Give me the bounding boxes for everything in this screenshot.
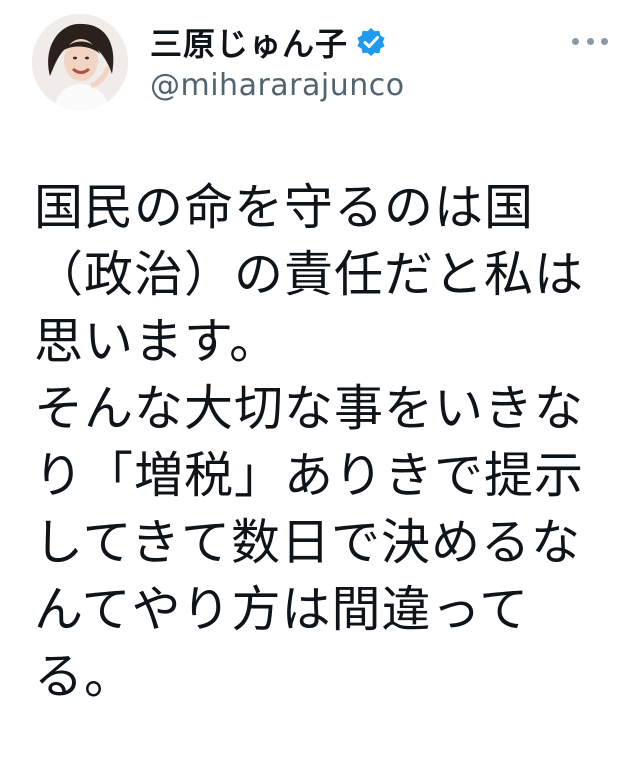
tweet-line: そんな大切な事をいきな (34, 380, 585, 437)
tweet-line: る。 (34, 648, 135, 705)
user-handle[interactable]: @mihararajunco (150, 68, 405, 103)
verified-badge-icon (356, 27, 386, 57)
more-dot (586, 37, 594, 45)
profile-photo (32, 14, 128, 110)
display-name-row: 三原じゅん子 (150, 19, 405, 65)
tweet-line: してきて数日で決めるな (34, 514, 582, 571)
tweet-line: （政治）の責任だと私は (34, 246, 585, 303)
more-dot (572, 37, 579, 45)
tweet-line: 思います。 (34, 313, 280, 370)
tweet-line: り「増税」ありきで提示 (34, 447, 585, 504)
tweet-line: 国民の命を守るのは国 (34, 179, 535, 236)
avatar[interactable] (32, 14, 128, 110)
tweet-text: 国民の命を守るのは国 （政治）の責任だと私は 思います。 そんな大切な事をいきな… (34, 174, 614, 710)
more-dot (601, 37, 608, 45)
author-names: 三原じゅん子 @mihararajunco (150, 22, 405, 103)
tweet-header: 三原じゅん子 @mihararajunco (0, 0, 640, 130)
tweet-line: んてやり方は間違って (34, 581, 530, 638)
more-options-icon[interactable] (572, 32, 608, 50)
display-name[interactable]: 三原じゅん子 (150, 19, 348, 65)
